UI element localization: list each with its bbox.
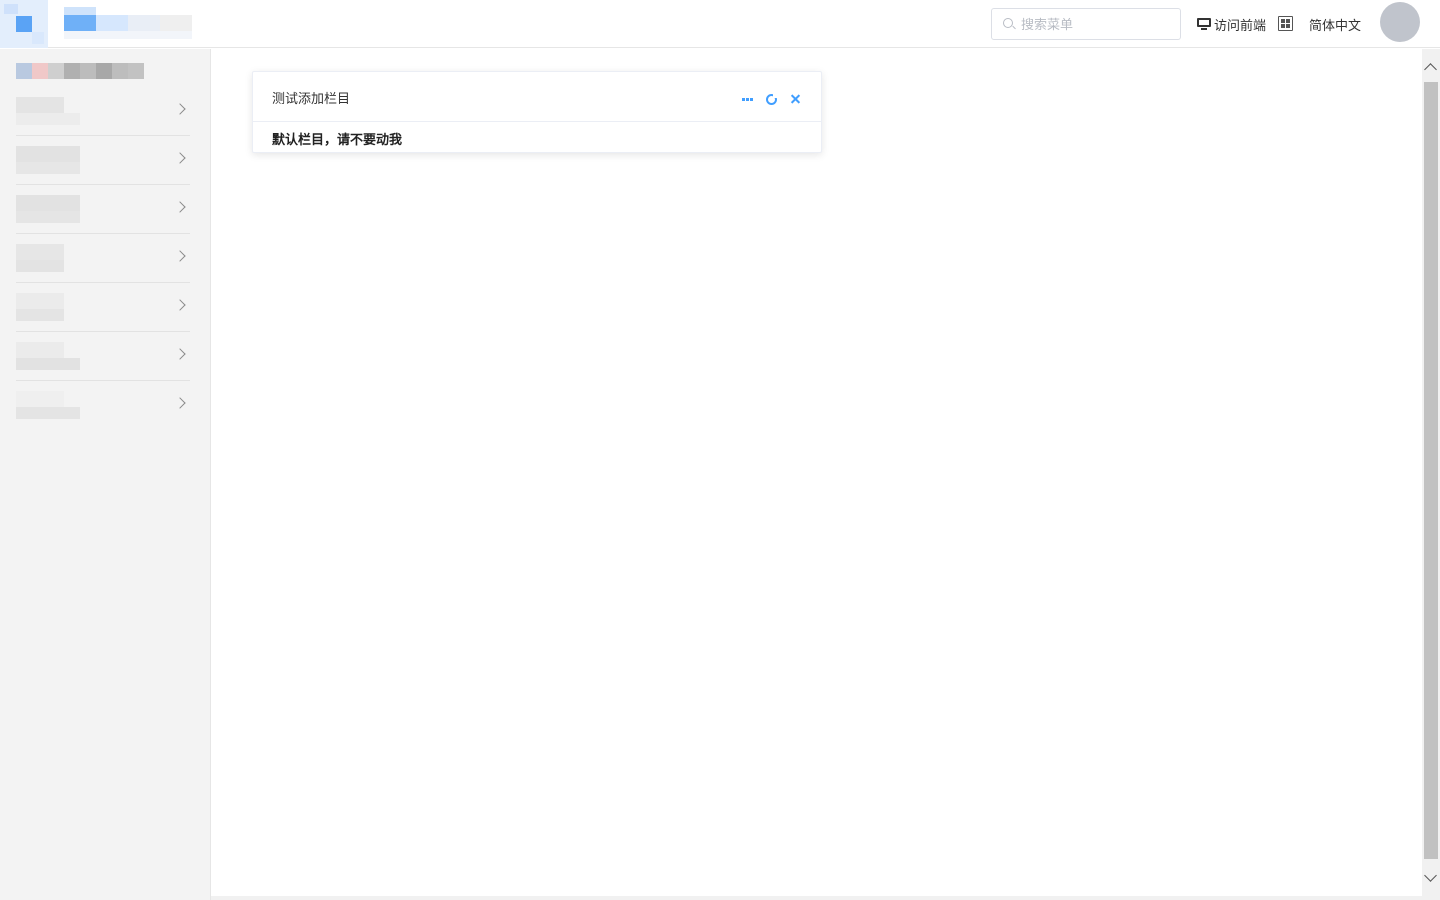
visit-frontend-label: 访问前端 — [1214, 18, 1267, 34]
sidebar-item-1[interactable] — [16, 87, 190, 136]
monitor-icon — [1197, 18, 1211, 30]
sidebar-item-2[interactable] — [16, 136, 190, 185]
scroll-up-arrow-icon[interactable] — [1424, 63, 1437, 76]
sidebar-item-6[interactable] — [16, 332, 190, 381]
search-menu-box[interactable] — [991, 8, 1181, 40]
chevron-right-icon — [174, 250, 186, 262]
fullscreen-icon[interactable] — [1278, 16, 1293, 31]
chevron-right-icon — [174, 299, 186, 311]
visit-frontend-link[interactable]: 访问前端 — [1197, 15, 1267, 34]
vertical-scrollbar[interactable] — [1422, 49, 1440, 900]
sidebar-header — [16, 63, 144, 79]
more-icon[interactable] — [742, 93, 754, 105]
card-body-text: 默认栏目，请不要动我 — [272, 133, 403, 148]
card-header: 测试添加栏目 — [253, 72, 821, 122]
chevron-right-icon — [174, 397, 186, 409]
search-icon — [1003, 18, 1013, 28]
widget-card: 测试添加栏目 默认栏目，请不要动我 — [252, 71, 822, 153]
chevron-right-icon — [174, 201, 186, 213]
card-tools — [742, 93, 801, 105]
scroll-thumb[interactable] — [1424, 82, 1438, 859]
chevron-right-icon — [174, 103, 186, 115]
menu-toggle-logo[interactable] — [0, 0, 48, 48]
sidebar-item-4[interactable] — [16, 234, 190, 283]
sidebar — [0, 49, 211, 900]
bottom-edge — [211, 896, 1422, 900]
scroll-down-arrow-icon[interactable] — [1424, 869, 1437, 882]
sidebar-item-7[interactable] — [16, 381, 190, 430]
main-content: 测试添加栏目 默认栏目，请不要动我 — [211, 49, 1422, 896]
top-header: 访问前端 简体中文 — [0, 0, 1440, 48]
chevron-right-icon — [174, 348, 186, 360]
brand-logo[interactable] — [64, 7, 192, 39]
refresh-icon[interactable] — [766, 93, 778, 105]
language-selector[interactable]: 简体中文 — [1309, 15, 1361, 34]
card-title: 测试添加栏目 — [272, 92, 351, 107]
sidebar-item-5[interactable] — [16, 283, 190, 332]
chevron-right-icon — [174, 152, 186, 164]
close-icon[interactable] — [789, 93, 801, 105]
sidebar-item-3[interactable] — [16, 185, 190, 234]
user-avatar[interactable] — [1380, 2, 1420, 42]
search-input[interactable] — [1021, 15, 1171, 35]
